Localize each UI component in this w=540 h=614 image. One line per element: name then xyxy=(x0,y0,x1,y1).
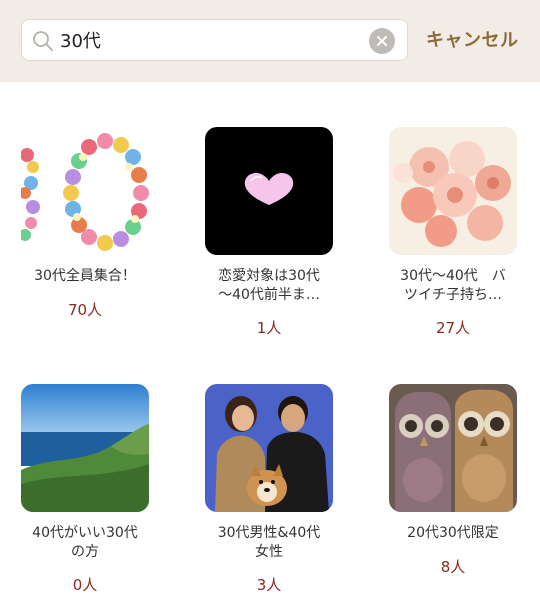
community-thumbnail xyxy=(205,384,333,512)
search-box[interactable] xyxy=(21,19,408,61)
community-thumbnail xyxy=(21,127,149,255)
community-title: 30代男性&40代 女性 xyxy=(217,525,321,560)
member-count: 70人 xyxy=(67,301,103,319)
member-count: 1人 xyxy=(256,319,282,337)
community-title: 40代がいい30代 の方 xyxy=(32,525,138,560)
community-thumbnail xyxy=(205,127,333,255)
search-header: キャンセル xyxy=(0,0,540,82)
search-icon xyxy=(33,31,53,51)
community-thumbnail xyxy=(21,384,149,512)
member-count: 0人 xyxy=(72,576,98,594)
community-title: 恋愛対象は30代 ～40代前半ま… xyxy=(218,268,320,303)
cancel-button[interactable]: キャンセル xyxy=(426,26,526,56)
community-title: 30代全員集合！ xyxy=(34,268,136,284)
community-title: 20代30代限定 xyxy=(407,525,499,541)
community-title: 30代～40代 バ ツイチ子持ち… xyxy=(400,268,506,303)
clear-icon[interactable] xyxy=(369,28,395,54)
member-count: 3人 xyxy=(256,576,282,594)
member-count: 27人 xyxy=(435,319,471,337)
community-thumbnail xyxy=(389,384,517,512)
search-input[interactable] xyxy=(60,24,360,56)
community-thumbnail xyxy=(389,127,517,255)
member-count: 8人 xyxy=(440,558,466,576)
